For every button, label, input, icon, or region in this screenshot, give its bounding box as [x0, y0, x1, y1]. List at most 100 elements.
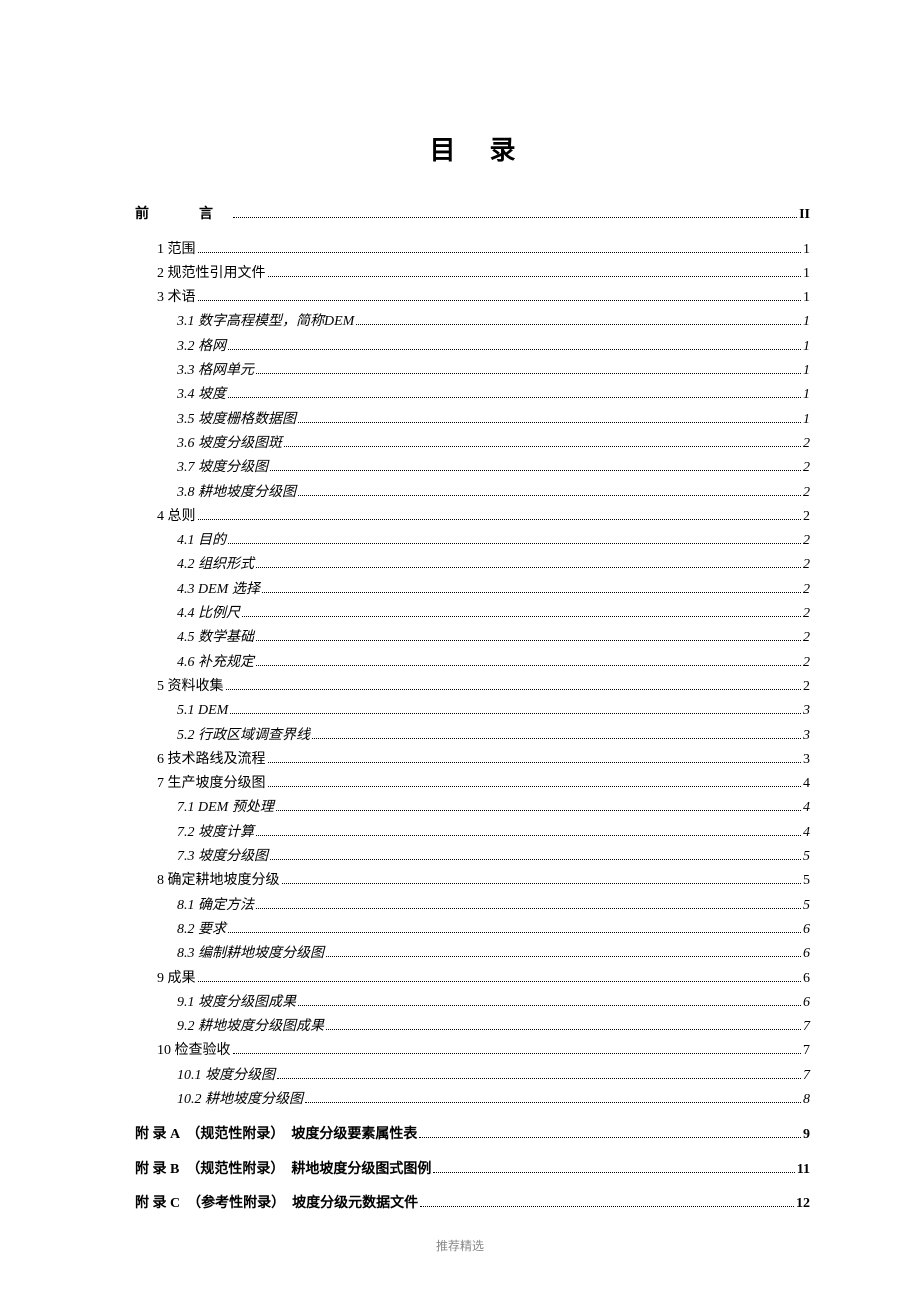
toc-entry: 8 确定耕地坡度分级5: [135, 874, 810, 889]
toc-entry: 8.1 确定方法5: [135, 898, 810, 913]
toc-entry-page: 7: [803, 1020, 810, 1034]
toc-entry-label: 2 规范性引用文件: [157, 267, 266, 281]
toc-entry-page: 2: [803, 534, 810, 548]
toc-entry-page: 2: [803, 631, 810, 645]
toc-leader: [276, 801, 801, 812]
toc-leader: [420, 1197, 794, 1208]
toc-entry-page: 2: [803, 461, 810, 475]
toc-entry-label: 5.2 行政区域调查界线: [177, 729, 310, 743]
toc-entry-page: 4: [803, 801, 810, 815]
toc-entry-label: 3.1 数字高程模型，简称DEM: [177, 315, 354, 329]
toc-leader: [262, 582, 801, 593]
toc-entry-page: 11: [797, 1163, 810, 1177]
toc-entry-label: 6 技术路线及流程: [157, 753, 266, 767]
toc-entry-label: 4.4 比例尺: [177, 607, 240, 621]
toc-entry-label: 附 录 B （规范性附录） 耕地坡度分级图式图例: [135, 1163, 431, 1177]
toc-entry: 10.2 耕地坡度分级图8: [135, 1092, 810, 1107]
toc-leader: [233, 207, 797, 218]
toc-entry-page: 1: [803, 388, 810, 402]
toc-entry: 3.4 坡度 1: [135, 388, 810, 403]
toc-entry-label: 3.5 坡度栅格数据图: [177, 413, 296, 427]
toc-entry: 4.3 DEM 选择2: [135, 582, 810, 597]
toc-entry: 3.5 坡度栅格数据图 1: [135, 412, 810, 427]
toc-entry-page: 1: [803, 413, 810, 427]
toc-leader: [270, 849, 801, 860]
toc-leader: [305, 1092, 801, 1103]
toc-leader: [256, 655, 801, 666]
toc-entry-label: 4.5 数学基础: [177, 631, 254, 645]
document-page: 目录 前 言II1 范围12 规范性引用文件13 术语13.1 数字高程模型，简…: [0, 0, 920, 1302]
toc-entry: 8.2 要求6: [135, 922, 810, 937]
toc-entry-label: 3.2 格网: [177, 340, 226, 354]
toc-leader: [312, 728, 801, 739]
toc-leader: [256, 558, 801, 569]
toc-entry: 附 录 B （规范性附录） 耕地坡度分级图式图例 11: [135, 1162, 810, 1177]
toc-entry-page: 4: [803, 826, 810, 840]
toc-leader: [284, 436, 801, 447]
toc-entry: 1 范围 1: [135, 242, 810, 257]
toc-entry-page: II: [799, 208, 810, 222]
toc-entry: 4.1 目的2: [135, 533, 810, 548]
toc-entry: 4 总则2: [135, 509, 810, 524]
toc-entry-label: 3.3 格网单元: [177, 364, 254, 378]
toc-entry-label: 3.4 坡度: [177, 388, 226, 402]
toc-entry-page: 1: [803, 243, 810, 257]
toc-entry-page: 5: [803, 874, 810, 888]
toc-leader: [298, 412, 801, 423]
toc-entry-page: 9: [803, 1128, 810, 1142]
toc-entry: 前 言II: [135, 207, 810, 222]
toc-leader: [298, 485, 801, 496]
toc-entry-page: 1: [803, 315, 810, 329]
toc-entry-page: 2: [803, 656, 810, 670]
toc-entry: 7.2 坡度计算4: [135, 825, 810, 840]
toc-entry-page: 7: [803, 1069, 810, 1083]
toc-entry-page: 1: [803, 364, 810, 378]
toc-entry-label: 8.1 确定方法: [177, 899, 254, 913]
toc-entry-label: 5 资料收集: [157, 680, 224, 694]
toc-entry: 5.2 行政区域调查界线 3: [135, 728, 810, 743]
toc-entry-page: 6: [803, 923, 810, 937]
toc-entry-label: 3.8 耕地坡度分级图: [177, 486, 296, 500]
toc-entry: 10.1 坡度分级图7: [135, 1068, 810, 1083]
toc-entry-page: 1: [803, 340, 810, 354]
toc-entry: 8.3 编制耕地坡度分级图 6: [135, 946, 810, 961]
toc-entry-label: 8.3 编制耕地坡度分级图: [177, 947, 324, 961]
toc-entry-label: 1 范围: [157, 243, 196, 257]
toc-entry-page: 3: [803, 729, 810, 743]
toc-entry-page: 6: [803, 947, 810, 961]
table-of-contents: 前 言II1 范围12 规范性引用文件13 术语13.1 数字高程模型，简称DE…: [135, 207, 810, 1211]
toc-leader: [228, 922, 801, 933]
toc-entry-label: 3.6 坡度分级图斑: [177, 437, 282, 451]
toc-leader: [228, 339, 801, 350]
toc-entry-label: 10 检查验收: [157, 1044, 231, 1058]
toc-leader: [356, 315, 801, 326]
toc-entry: 3.3 格网单元 1: [135, 363, 810, 378]
toc-entry-page: 1: [803, 291, 810, 305]
toc-entry-page: 2: [803, 607, 810, 621]
toc-entry-page: 5: [803, 850, 810, 864]
toc-entry-label: 附 录 C （参考性附录） 坡度分级元数据文件: [135, 1197, 418, 1211]
toc-entry: 3.7 坡度分级图 2: [135, 460, 810, 475]
toc-entry-page: 2: [803, 510, 810, 524]
toc-leader: [198, 290, 802, 301]
toc-entry-label: 7.1 DEM 预处理: [177, 801, 274, 815]
toc-entry-label: 5.1 DEM: [177, 704, 228, 718]
toc-leader: [268, 752, 802, 763]
toc-entry-page: 8: [803, 1093, 810, 1107]
toc-leader: [230, 703, 801, 714]
toc-leader: [256, 825, 801, 836]
toc-entry: 7.1 DEM 预处理 4: [135, 801, 810, 816]
toc-entry-label: 3.7 坡度分级图: [177, 461, 268, 475]
toc-entry: 5 资料收集2: [135, 679, 810, 694]
toc-leader: [233, 1044, 802, 1055]
toc-entry: 3.1 数字高程模型，简称DEM 1: [135, 315, 810, 330]
toc-entry-page: 7: [803, 1044, 810, 1058]
toc-entry: 3.8 耕地坡度分级图2: [135, 485, 810, 500]
toc-leader: [326, 1019, 801, 1030]
toc-entry: 10 检查验收 7: [135, 1044, 810, 1059]
toc-leader: [277, 1068, 801, 1079]
toc-entry: 4.4 比例尺 2: [135, 606, 810, 621]
toc-leader: [226, 679, 802, 690]
toc-entry-page: 12: [796, 1197, 810, 1211]
toc-entry-page: 3: [803, 753, 810, 767]
